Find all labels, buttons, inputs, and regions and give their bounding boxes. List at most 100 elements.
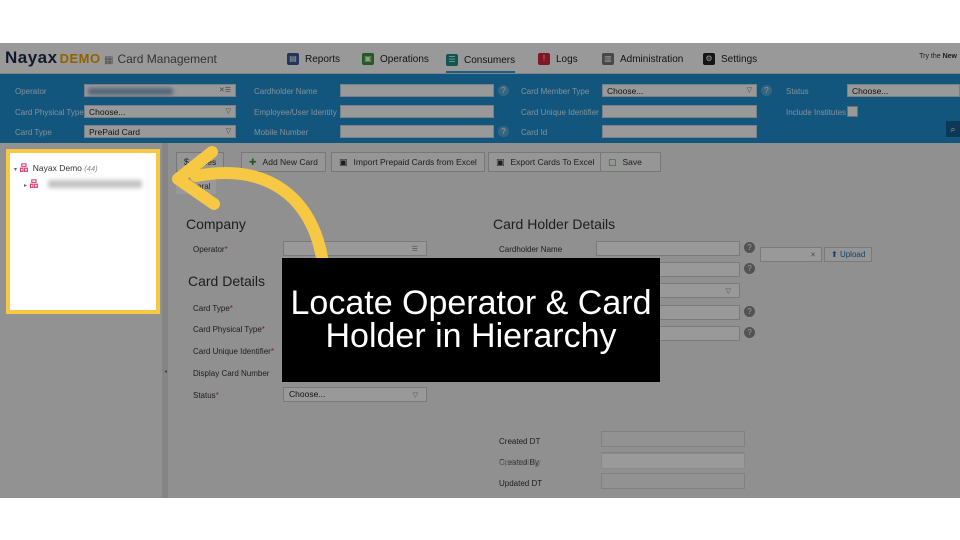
save-icon: ▢	[608, 157, 617, 167]
filter-card-id-label: Card Id	[521, 128, 548, 137]
nav-reports[interactable]: ▤ Reports	[287, 49, 340, 69]
filter-operator-label: Operator	[15, 87, 47, 96]
nav-logs[interactable]: ! Logs	[538, 49, 578, 69]
module-title: ▦ Card Management	[104, 52, 217, 66]
consumers-icon: ☰	[446, 54, 458, 66]
help-icon[interactable]: ?	[498, 126, 509, 137]
help-icon[interactable]: ?	[744, 306, 755, 317]
updated-dt-label: Updated DT	[499, 479, 543, 488]
filter-card-physical-type-label: Card Physical Type	[15, 108, 84, 117]
search-icon: ⌕	[950, 124, 956, 134]
updated-by-value	[601, 453, 745, 469]
actions-toolbar: $ Sales ✚ Add New Card ▣ Import Prepaid Car…	[168, 143, 960, 199]
nav-consumers[interactable]: ☰ Consumers	[446, 49, 516, 73]
photo-file-input[interactable]: ✕	[760, 247, 822, 262]
nayax-logo[interactable]: Nayax DEMO	[5, 48, 101, 68]
tree-root-nayax-demo[interactable]: ▾ 品 Nayax Demo (44)	[14, 161, 98, 173]
clear-tree-icon[interactable]: ✕☰	[219, 85, 231, 97]
blurred-operator-value	[88, 88, 173, 95]
nav-operations[interactable]: ▣ Operations	[362, 49, 429, 69]
filter-cardholder-name-input[interactable]	[340, 84, 494, 97]
organization-icon: 品	[19, 163, 29, 173]
chevron-down-icon: ▽	[225, 108, 231, 115]
filter-card-member-type-select[interactable]: Choose... ▽	[602, 84, 757, 97]
export-cards-button[interactable]: ▣ Export Cards To Excel	[488, 152, 603, 172]
operator-input[interactable]: ☰	[283, 241, 427, 256]
cardholder-name-input[interactable]	[596, 241, 740, 256]
help-icon[interactable]: ?	[498, 85, 509, 96]
company-section-title: Company	[186, 216, 246, 232]
filter-card-id-input[interactable]	[602, 125, 757, 138]
filter-card-member-type-label: Card Member Type	[521, 87, 590, 96]
operator-label: Operator*	[193, 245, 228, 254]
settings-icon: ⚙	[703, 53, 715, 65]
upload-icon: ⬆	[831, 250, 840, 259]
status-label: Status*	[193, 391, 219, 400]
filter-card-unique-identifier-input[interactable]	[602, 105, 757, 118]
add-new-card-button[interactable]: ✚ Add New Card	[241, 152, 326, 172]
filter-status-select[interactable]: Choose...	[847, 84, 960, 97]
excel-icon: ▣	[496, 157, 505, 167]
plus-icon: ✚	[249, 157, 257, 167]
card-icon: ▦	[104, 55, 114, 66]
card-type-label: Card Type*	[193, 304, 233, 313]
operations-icon: ▣	[362, 53, 374, 65]
filter-mobile-number-label: Mobile Number	[254, 128, 309, 137]
organization-icon: 品	[29, 179, 39, 189]
save-button[interactable]: ▢ Save	[600, 152, 661, 172]
filter-status-label: Status	[786, 87, 809, 96]
help-icon[interactable]: ?	[761, 85, 772, 96]
clear-icon[interactable]: ✕	[810, 249, 816, 262]
created-dt-label: Created DT	[499, 437, 541, 446]
tree-child-operator[interactable]: ▸ 品	[24, 177, 40, 189]
collapse-icon: ◂	[164, 369, 168, 375]
dollar-icon: $	[184, 157, 190, 167]
nav-administration[interactable]: ▥ Administration	[602, 49, 683, 69]
card-holder-details-section-title: Card Holder Details	[493, 216, 616, 232]
filter-card-unique-identifier-label: Card Unique Identifier	[521, 108, 599, 117]
filter-bar: Operator ✕☰ Card Physical Type Choose...…	[0, 74, 960, 143]
chevron-down-icon: ▽	[725, 288, 731, 295]
updated-dt-value	[601, 473, 745, 489]
nav-settings[interactable]: ⚙ Settings	[703, 49, 757, 69]
help-icon[interactable]: ?	[744, 242, 755, 253]
blurred-operator-name	[48, 180, 142, 188]
try-new-link[interactable]: Try the New	[919, 53, 957, 60]
display-card-number-label: Display Card Number	[193, 369, 270, 378]
cardholder-name-label: Cardholder Name	[499, 245, 563, 254]
filter-card-type-label: Card Type	[15, 128, 52, 137]
filter-mobile-number-input[interactable]	[340, 125, 494, 138]
top-navigation-bar: Nayax DEMO ▦ Card Management ▤ Reports ▣ Ope…	[0, 43, 960, 74]
filter-operator-input[interactable]: ✕☰	[84, 84, 236, 97]
filter-card-physical-type-select[interactable]: Choose... ▽	[84, 105, 236, 118]
help-icon[interactable]: ?	[744, 327, 755, 338]
updated-by-label: Updated By	[499, 458, 541, 467]
created-dt-value	[601, 431, 745, 447]
search-button[interactable]: ⌕	[946, 121, 960, 137]
reports-icon: ▤	[287, 53, 299, 65]
chevron-down-icon: ▽	[746, 87, 752, 94]
status-select[interactable]: Choose... ▽	[283, 387, 427, 402]
filter-include-institutes-label: Include Institutes	[786, 108, 847, 117]
tree-list-icon[interactable]: ☰	[412, 243, 418, 256]
logs-icon: !	[538, 53, 550, 65]
tutorial-callout: Locate Operator & Card Holder in Hierarc…	[282, 258, 660, 382]
chevron-down-icon: ▽	[225, 128, 231, 135]
filter-employee-identity-input[interactable]	[340, 105, 494, 118]
hierarchy-highlight-box: ▾ 品 Nayax Demo (44) ▸ 品	[6, 149, 160, 314]
card-unique-identifier-label: Card Unique Identifier*	[193, 347, 274, 356]
sales-button[interactable]: $ Sales	[176, 152, 225, 172]
administration-icon: ▥	[602, 53, 614, 65]
tab-general[interactable]: General	[176, 179, 217, 194]
expand-arrow-icon[interactable]: ▾	[14, 167, 17, 173]
filter-employee-identity-label: Employee/User Identity	[254, 108, 337, 117]
excel-icon: ▣	[339, 157, 348, 167]
collapse-arrow-icon[interactable]: ▸	[24, 183, 27, 189]
include-institutes-checkbox[interactable]	[847, 106, 858, 117]
card-physical-type-label: Card Physical Type*	[193, 325, 265, 334]
upload-button[interactable]: ⬆ Upload	[824, 247, 873, 262]
filter-card-type-select[interactable]: PrePaid Card ▽	[84, 125, 236, 138]
import-prepaid-cards-button[interactable]: ▣ Import Prepaid Cards from Excel	[331, 152, 485, 172]
help-icon[interactable]: ?	[744, 263, 755, 274]
filter-cardholder-name-label: Cardholder Name	[254, 87, 318, 96]
